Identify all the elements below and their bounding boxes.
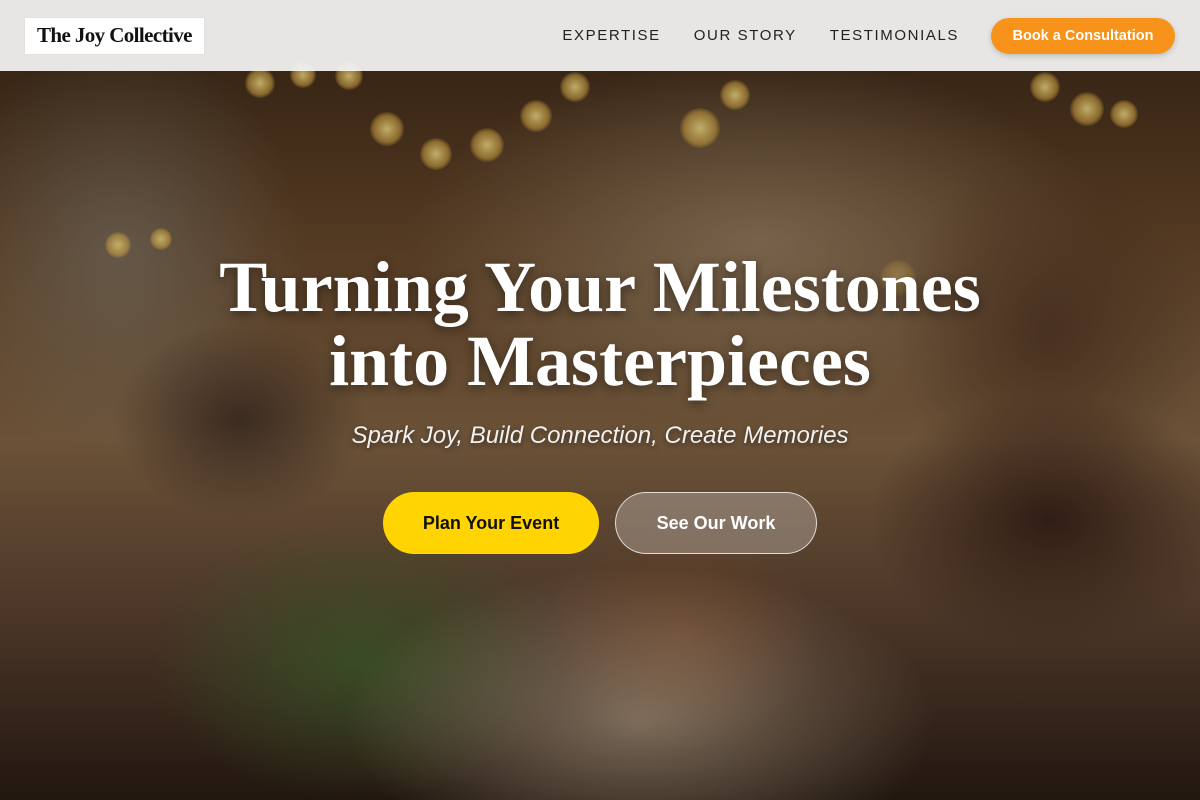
book-consultation-button[interactable]: Book a Consultation <box>991 17 1175 54</box>
hero-actions: Plan Your Event See Our Work <box>0 492 1200 554</box>
plan-event-button[interactable]: Plan Your Event <box>383 492 599 554</box>
brand-logo[interactable]: The Joy Collective <box>25 17 204 54</box>
nav-link-testimonials[interactable]: TESTIMONIALS <box>830 27 959 44</box>
site-header: The Joy Collective EXPERTISE OUR STORY T… <box>0 0 1200 71</box>
hero-subtitle: Spark Joy, Build Connection, Create Memo… <box>351 422 849 449</box>
nav-link-our-story[interactable]: OUR STORY <box>694 27 797 44</box>
see-our-work-button[interactable]: See Our Work <box>615 492 817 554</box>
nav-link-expertise[interactable]: EXPERTISE <box>562 27 660 44</box>
hero-title: Turning Your Milestones into Masterpiece… <box>0 250 1200 398</box>
main-nav: EXPERTISE OUR STORY TESTIMONIALS Book a … <box>562 17 1175 54</box>
hero-section: Turning Your Milestones into Masterpiece… <box>0 250 1200 554</box>
hero-title-line-1: Turning Your Milestones <box>219 247 981 327</box>
hero-title-line-2: into Masterpieces <box>329 321 871 401</box>
